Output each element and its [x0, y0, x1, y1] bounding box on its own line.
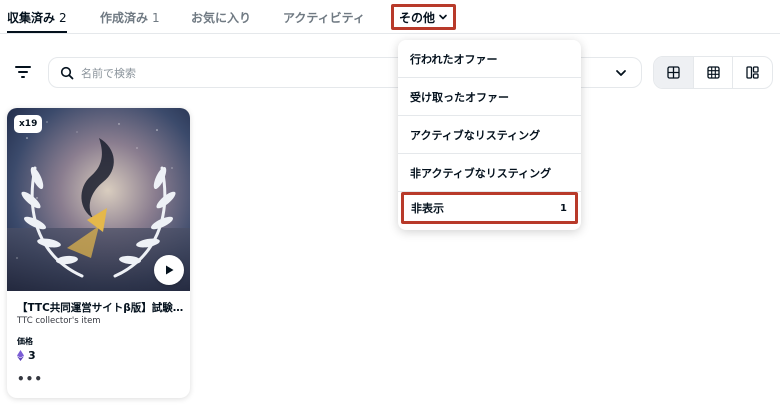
chevron-down-icon [439, 14, 447, 20]
tab-label: 収集済み [7, 11, 56, 25]
tab-count: 1 [152, 11, 160, 25]
price-row: 3 [17, 349, 36, 362]
price-value: 3 [28, 349, 36, 362]
tab-collected[interactable]: 収集済み 2 [7, 9, 67, 26]
filter-icon[interactable] [14, 64, 34, 80]
menu-item-inactive-listings[interactable]: 非アクティブなリスティング [398, 154, 581, 192]
tab-count: 2 [59, 11, 67, 25]
menu-item-label: 非アクティブなリスティング [410, 166, 552, 180]
view-large-grid-button[interactable] [654, 57, 694, 88]
nft-title: 【TTC共同運営サイトβ版】試験運用記念 [17, 302, 185, 314]
view-masonry-button[interactable] [733, 57, 772, 88]
menu-item-hidden[interactable]: 非表示 1 [401, 192, 578, 224]
tab-activity[interactable]: アクティビティ [283, 9, 365, 26]
view-toggle [653, 56, 773, 89]
menu-item-offers-received[interactable]: 受け取ったオファー [398, 78, 581, 116]
menu-item-label: 非表示 [411, 202, 444, 215]
tab-label: アクティビティ [283, 11, 365, 25]
tab-created[interactable]: 作成済み 1 [100, 9, 160, 26]
view-small-grid-button[interactable] [694, 57, 734, 88]
tab-more-label: その他 [398, 10, 435, 25]
ethereum-icon [17, 350, 24, 361]
search-input[interactable] [81, 64, 381, 82]
tab-favorites[interactable]: お気に入り [191, 9, 251, 26]
quantity-badge: x19 [14, 115, 43, 133]
menu-item-offers-made[interactable]: 行われたオファー [398, 40, 581, 78]
tab-label: お気に入り [191, 11, 252, 25]
more-options-button[interactable]: ••• [17, 372, 43, 386]
tab-label: 作成済み [100, 11, 149, 25]
tab-bar: 収集済み 2 作成済み 1 お気に入り アクティビティ その他 [0, 0, 780, 34]
play-button[interactable] [154, 255, 184, 285]
tab-more[interactable]: その他 [391, 4, 456, 30]
hidden-count-badge: 1 [560, 202, 567, 214]
grid-small-icon [706, 66, 720, 79]
masonry-icon [746, 66, 759, 79]
play-icon [165, 265, 173, 275]
nft-card[interactable]: x19 【TTC共同運営サイトβ版】試験運用記念 TTC collector's… [7, 108, 190, 398]
active-tab-indicator [7, 31, 67, 33]
grid-large-icon [667, 66, 680, 79]
menu-item-active-listings[interactable]: アクティブなリスティング [398, 116, 581, 154]
menu-item-label: 受け取ったオファー [410, 90, 509, 104]
sort-dropdown-chevron-icon[interactable] [615, 68, 627, 78]
search-icon [60, 66, 74, 80]
menu-item-label: アクティブなリスティング [410, 128, 541, 142]
menu-item-label: 行われたオファー [410, 52, 498, 66]
nft-image: x19 [7, 108, 190, 291]
price-label: 価格 [17, 337, 33, 346]
nft-collection-name: TTC collector's item [17, 316, 101, 326]
